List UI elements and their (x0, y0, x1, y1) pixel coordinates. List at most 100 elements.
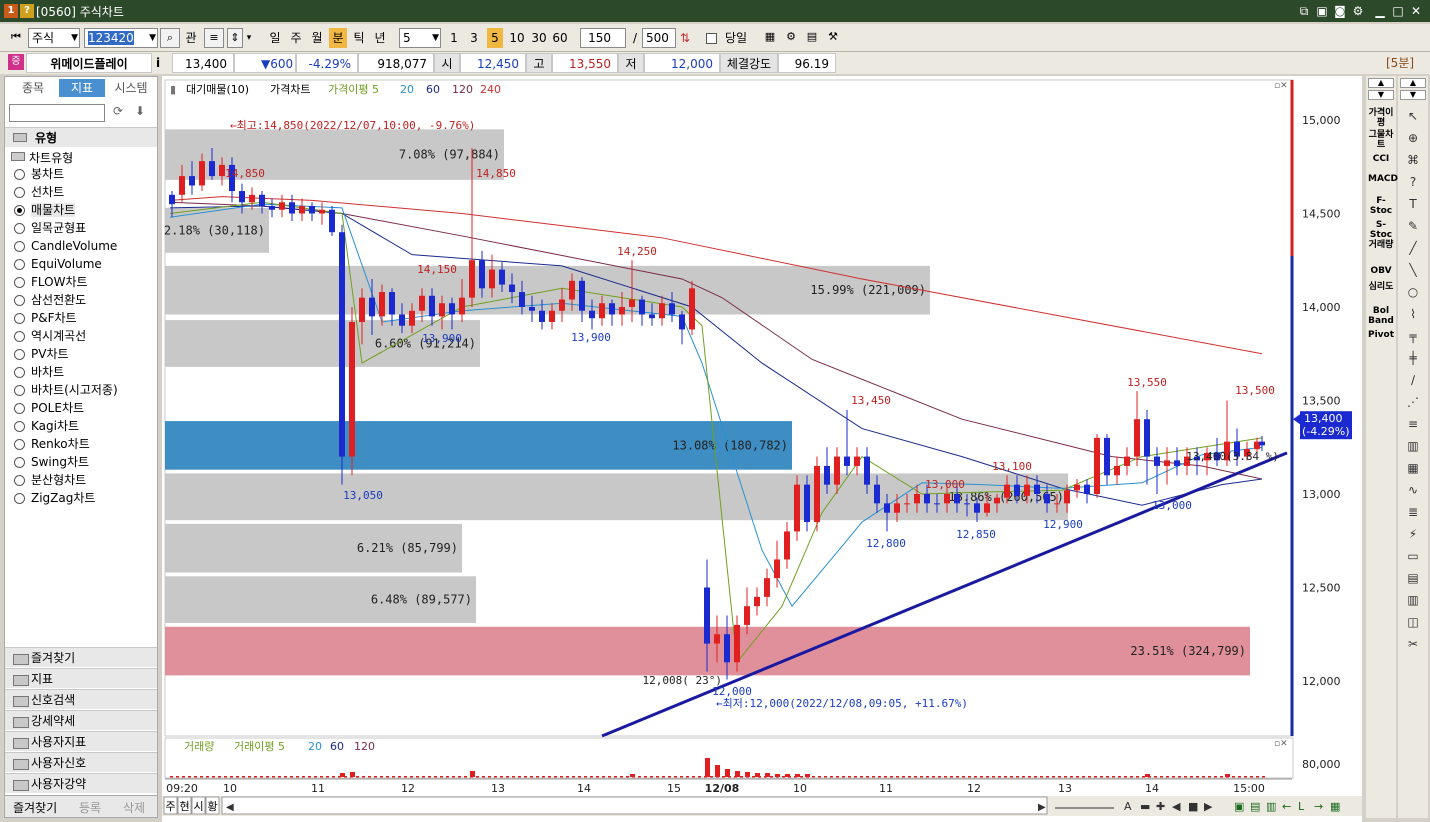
help-icon[interactable]: ? (1405, 174, 1421, 190)
chart-type-item[interactable]: 역시계곡선 (14, 328, 86, 345)
indicator-button[interactable]: MACD (1368, 174, 1398, 184)
indicator-button[interactable]: CCI (1368, 154, 1394, 164)
cycle-icon[interactable]: ∿ (1405, 482, 1421, 498)
grid-icon[interactable]: ≡ (1405, 416, 1421, 432)
favorites-tab[interactable]: 즐겨찾기 (13, 799, 57, 816)
folder-item[interactable]: 즐겨찾기 (5, 647, 157, 667)
interval-select[interactable]: 5 ▼ (399, 28, 441, 48)
refresh-icon[interactable]: ⟳ (109, 104, 127, 122)
minute-60[interactable]: 60 (550, 28, 570, 48)
minute-1[interactable]: 1 (446, 28, 462, 48)
chart-icon[interactable]: ▦ (760, 28, 780, 48)
tab-indicator[interactable]: 지표 (59, 79, 105, 97)
bar-icon[interactable]: ▥ (1405, 438, 1421, 454)
gear-icon[interactable]: ⚙ (781, 28, 801, 48)
line-icon[interactable]: ╱ (1405, 240, 1421, 256)
folder-item[interactable]: 사용자지표 (5, 731, 157, 751)
minute-5[interactable]: 5 (487, 28, 503, 48)
download-icon[interactable]: ⬇ (131, 104, 149, 122)
folder-item[interactable]: 강세약세 (5, 710, 157, 730)
scissors-icon[interactable]: ✂ (1405, 636, 1421, 652)
folder-item[interactable]: 신호검색 (5, 689, 157, 709)
chart-type-item[interactable]: Renko차트 (14, 436, 90, 453)
gann-icon[interactable]: ╪ (1405, 350, 1421, 366)
tile-icon[interactable]: ◫ (1405, 614, 1421, 630)
period-year[interactable]: 년 (371, 28, 389, 48)
period-week[interactable]: 주 (287, 28, 305, 48)
chart-icon[interactable]: ▥ (1405, 592, 1421, 608)
list-icon[interactable]: ≡ (204, 28, 224, 48)
chart-type-item[interactable]: ZigZag차트 (14, 490, 95, 507)
chart-area[interactable]: 7.08% (97,884) 2.18% (30,118) 15.99% (221,… (162, 76, 1362, 822)
circle-icon[interactable]: ○ (1405, 284, 1421, 300)
period-month[interactable]: 월 (308, 28, 326, 48)
today-checkbox[interactable] (706, 33, 717, 44)
adjust-icon[interactable]: ⇅ (678, 28, 692, 48)
channel-icon[interactable]: ⋰ (1405, 394, 1421, 410)
chart-type-item[interactable]: Kagi차트 (14, 418, 79, 435)
link-icon[interactable]: ⧉ (1296, 3, 1312, 19)
folder-item[interactable]: 사용자신호 (5, 752, 157, 772)
count-input[interactable]: 150 (580, 28, 626, 48)
chart-type-item[interactable]: EquiVolume (14, 256, 102, 273)
tools-scroll-up-icon[interactable]: ▲ (1400, 78, 1426, 88)
chart-type-item[interactable]: 분산형차트 (14, 472, 86, 489)
register-button[interactable]: 등록 (79, 799, 101, 816)
chart-type-item[interactable]: Swing차트 (14, 454, 89, 471)
indicator-button[interactable]: 그물차트 (1368, 130, 1394, 150)
auto-icon[interactable]: ⚡ (1405, 526, 1421, 542)
copy-icon[interactable]: ▣ (1314, 3, 1330, 19)
wave-icon[interactable]: ⌇ (1405, 306, 1421, 322)
window-icon[interactable]: ▭ (1405, 548, 1421, 564)
first-icon[interactable]: ⏮ (6, 28, 26, 48)
code-input[interactable]: 123420 ▼ (84, 28, 158, 48)
all-icon[interactable]: ⌘ (1405, 152, 1421, 168)
chart-type-item[interactable]: 바차트 (14, 364, 64, 381)
fib-icon[interactable]: ╤ (1405, 328, 1421, 344)
folder-item[interactable]: 지표 (5, 668, 157, 688)
pen-icon[interactable]: ✎ (1405, 218, 1421, 234)
minute-30[interactable]: 30 (529, 28, 549, 48)
ray-icon[interactable]: ∕ (1405, 372, 1421, 388)
market-select[interactable]: 주식 ▼ (28, 28, 80, 48)
chart-type-item[interactable]: P&F차트 (14, 310, 77, 327)
chart-type-item[interactable]: PV차트 (14, 346, 69, 363)
indicator-button[interactable]: 거래량 (1368, 240, 1394, 250)
maximize-button[interactable]: □ (1390, 3, 1406, 19)
chart-type-item[interactable]: 일목균형표 (14, 220, 86, 237)
help-icon[interactable]: ? (20, 4, 34, 18)
eraser-icon[interactable]: ⊕ (1405, 130, 1421, 146)
scroll-down-icon[interactable]: ▼ (1368, 90, 1394, 100)
settings-icon[interactable]: ⚙ (1350, 3, 1366, 19)
indicator-button[interactable]: OBV (1368, 266, 1394, 276)
cursor-icon[interactable]: ↖ (1405, 108, 1421, 124)
trend-icon[interactable]: ╲ (1405, 262, 1421, 278)
camera-icon[interactable]: ◙ (1332, 3, 1348, 19)
tools-icon[interactable]: ⚒ (823, 28, 843, 48)
chart-type-item[interactable]: 선차트 (14, 184, 64, 201)
chart-type-item[interactable]: 봉차트 (14, 166, 64, 183)
save-icon[interactable]: ▤ (802, 28, 822, 48)
indicator-button[interactable]: S-Stoc (1368, 220, 1394, 240)
chart-type-item[interactable]: FLOW차트 (14, 274, 88, 291)
chart-type-item[interactable]: 매물차트 (14, 202, 76, 219)
chart-type-item[interactable]: 바차트(시고저종) (14, 382, 118, 399)
max-count-input[interactable]: 500 (642, 28, 676, 48)
kwan-button[interactable]: 관 (183, 28, 199, 48)
period-minute[interactable]: 분 (329, 28, 347, 48)
minimize-button[interactable]: ▁ (1372, 3, 1388, 19)
tab-stock[interactable]: 종목 (9, 79, 57, 97)
indicator-button[interactable]: F-Stoc (1368, 196, 1394, 216)
minute-3[interactable]: 3 (466, 28, 482, 48)
indicator-button[interactable]: 가격이평 (1368, 108, 1394, 128)
lines-icon[interactable]: ≣ (1405, 504, 1421, 520)
chart-type-item[interactable]: CandleVolume (14, 238, 117, 255)
box-icon[interactable]: ▦ (1405, 460, 1421, 476)
period-tick[interactable]: 틱 (350, 28, 368, 48)
search-icon[interactable]: ⌕ (160, 28, 180, 48)
period-day[interactable]: 일 (266, 28, 284, 48)
text-icon[interactable]: T (1405, 196, 1421, 212)
indicator-button[interactable]: Bol Band (1368, 306, 1394, 326)
chart-type-item[interactable]: 삼선전환도 (14, 292, 86, 309)
indicator-button[interactable]: 심리도 (1368, 282, 1394, 292)
